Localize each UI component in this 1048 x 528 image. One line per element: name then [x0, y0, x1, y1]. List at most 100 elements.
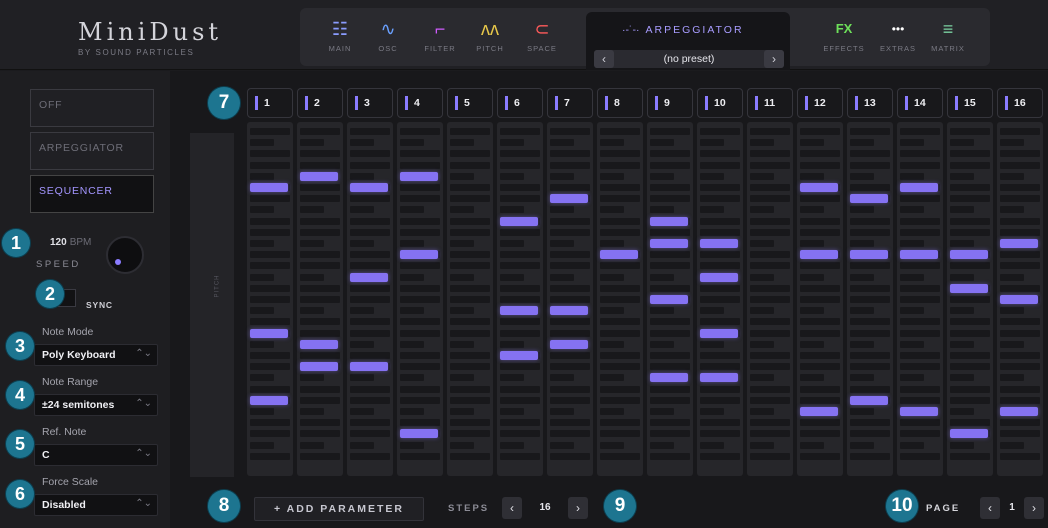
note-slot[interactable]	[500, 139, 524, 147]
note-slot[interactable]	[250, 128, 290, 135]
step-note-lane[interactable]	[647, 122, 693, 476]
active-note[interactable]	[850, 250, 888, 260]
note-slot[interactable]	[450, 419, 490, 427]
step-header[interactable]: 3	[347, 88, 393, 118]
note-slot[interactable]	[350, 262, 390, 270]
note-slot[interactable]	[600, 441, 624, 449]
note-slot[interactable]	[1000, 430, 1040, 438]
mode-off-button[interactable]: OFF	[30, 89, 154, 127]
active-note[interactable]	[700, 328, 738, 338]
note-slot[interactable]	[300, 284, 340, 292]
tab-effects[interactable]: FX EFFECTS	[820, 18, 868, 53]
note-slot[interactable]	[550, 228, 590, 236]
note-slot[interactable]	[300, 240, 324, 247]
note-slot[interactable]	[650, 184, 690, 191]
note-slot[interactable]	[1000, 206, 1024, 214]
note-slot[interactable]	[450, 296, 490, 303]
step-header[interactable]: 9	[647, 88, 693, 118]
note-slot[interactable]	[800, 172, 824, 180]
note-slot[interactable]	[400, 128, 440, 135]
note-slot[interactable]	[600, 128, 640, 135]
note-slot[interactable]	[700, 172, 724, 180]
note-slot[interactable]	[950, 340, 974, 348]
note-slot[interactable]	[700, 408, 724, 415]
note-slot[interactable]	[500, 284, 540, 292]
note-slot[interactable]	[900, 273, 924, 281]
steps-decrease-button[interactable]: ‹	[502, 497, 522, 519]
note-slot[interactable]	[650, 284, 690, 292]
note-slot[interactable]	[850, 228, 890, 236]
note-slot[interactable]	[950, 273, 974, 281]
note-slot[interactable]	[1000, 352, 1040, 359]
note-slot[interactable]	[800, 374, 824, 382]
note-slot[interactable]	[750, 240, 774, 247]
note-slot[interactable]	[500, 340, 524, 348]
note-slot[interactable]	[300, 385, 340, 393]
note-slot[interactable]	[600, 228, 640, 236]
note-slot[interactable]	[800, 452, 840, 460]
note-slot[interactable]	[350, 217, 390, 225]
note-slot[interactable]	[550, 374, 574, 382]
note-slot[interactable]	[950, 150, 990, 158]
note-slot[interactable]	[800, 217, 840, 225]
note-slot[interactable]	[300, 150, 340, 158]
note-slot[interactable]	[750, 284, 790, 292]
active-note[interactable]	[500, 306, 538, 316]
note-slot[interactable]	[1000, 150, 1040, 158]
note-slot[interactable]	[800, 195, 840, 203]
note-slot[interactable]	[800, 284, 840, 292]
note-slot[interactable]	[900, 329, 940, 337]
note-slot[interactable]	[1000, 139, 1024, 147]
note-slot[interactable]	[650, 307, 674, 315]
note-slot[interactable]	[350, 396, 390, 404]
note-slot[interactable]	[300, 217, 340, 225]
note-slot[interactable]	[300, 374, 324, 382]
note-slot[interactable]	[500, 385, 540, 393]
active-note[interactable]	[250, 328, 288, 338]
note-slot[interactable]	[450, 318, 490, 326]
step-note-lane[interactable]	[847, 122, 893, 476]
note-slot[interactable]	[750, 396, 790, 404]
note-slot[interactable]	[250, 408, 274, 415]
note-slot[interactable]	[500, 273, 524, 281]
note-slot[interactable]	[250, 307, 274, 315]
active-note[interactable]	[350, 272, 388, 282]
note-slot[interactable]	[450, 441, 474, 449]
note-slot[interactable]	[600, 430, 640, 438]
active-note[interactable]	[250, 183, 288, 192]
note-slot[interactable]	[600, 139, 624, 147]
note-slot[interactable]	[650, 441, 674, 449]
note-slot[interactable]	[500, 195, 540, 203]
note-slot[interactable]	[600, 318, 640, 326]
note-slot[interactable]	[300, 452, 340, 460]
note-slot[interactable]	[350, 139, 374, 147]
note-slot[interactable]	[700, 195, 740, 203]
active-note[interactable]	[950, 250, 988, 260]
step-note-lane[interactable]	[597, 122, 643, 476]
note-slot[interactable]	[400, 452, 440, 460]
note-slot[interactable]	[850, 385, 890, 393]
note-slot[interactable]	[750, 408, 774, 415]
note-slot[interactable]	[1000, 262, 1040, 270]
note-slot[interactable]	[600, 262, 640, 270]
note-slot[interactable]	[450, 240, 474, 247]
active-note[interactable]	[850, 395, 888, 405]
note-slot[interactable]	[600, 296, 640, 303]
mode-arpeggiator-button[interactable]: ARPEGGIATOR	[30, 132, 154, 170]
note-slot[interactable]	[550, 251, 590, 259]
note-slot[interactable]	[950, 139, 974, 147]
note-slot[interactable]	[850, 352, 890, 359]
note-slot[interactable]	[850, 430, 890, 438]
step-note-lane[interactable]	[897, 122, 943, 476]
note-slot[interactable]	[800, 441, 824, 449]
note-slot[interactable]	[550, 430, 590, 438]
note-slot[interactable]	[500, 172, 524, 180]
note-slot[interactable]	[500, 150, 540, 158]
note-slot[interactable]	[450, 385, 490, 393]
note-slot[interactable]	[250, 139, 274, 147]
note-slot[interactable]	[250, 240, 274, 247]
note-slot[interactable]	[350, 195, 390, 203]
note-slot[interactable]	[450, 374, 474, 382]
note-slot[interactable]	[600, 284, 640, 292]
note-slot[interactable]	[650, 396, 690, 404]
